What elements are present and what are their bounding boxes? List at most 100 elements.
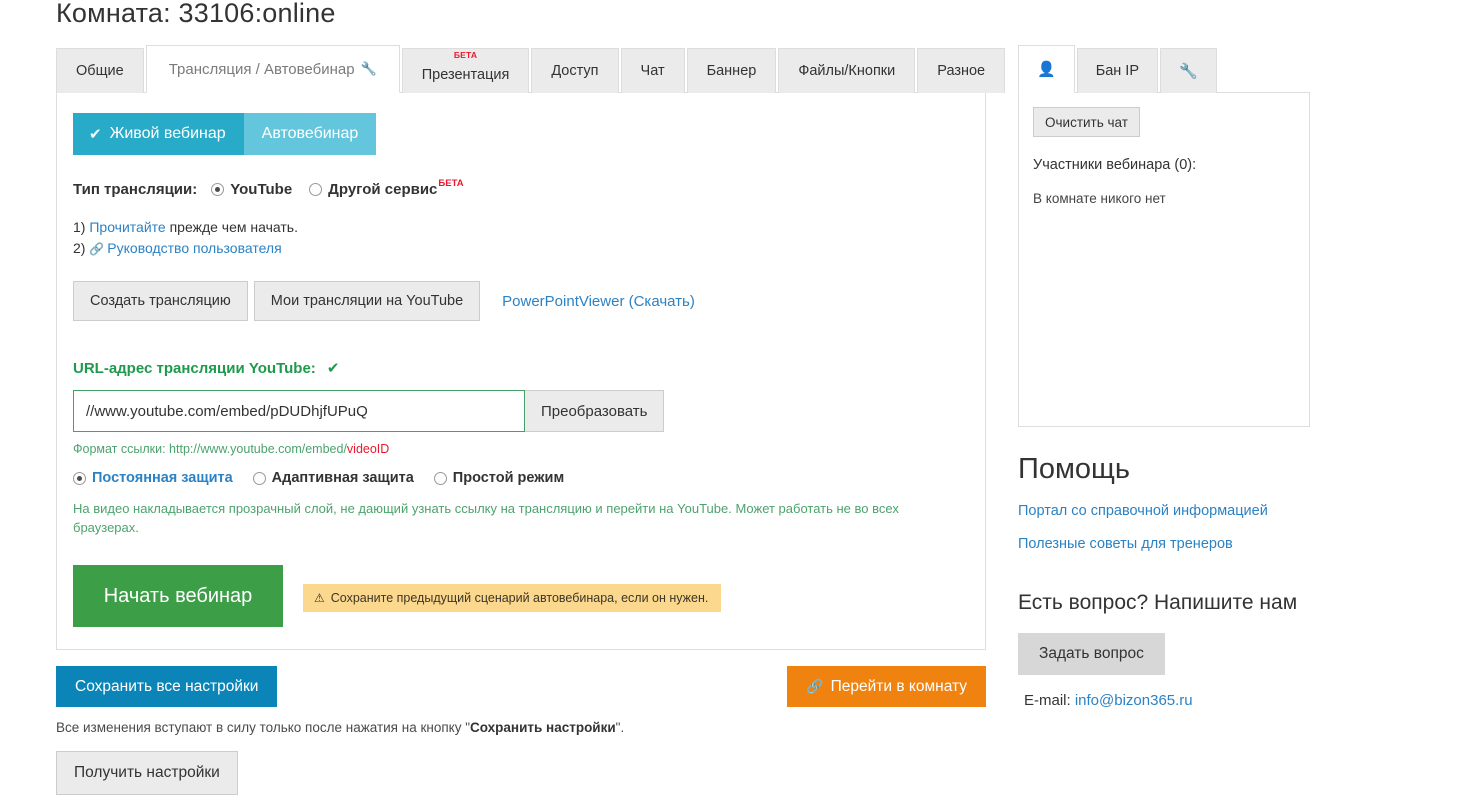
radio-youtube[interactable]: YouTube [211, 181, 292, 198]
my-youtube-streams-button[interactable]: Мои трансляции на YouTube [253, 281, 481, 321]
radio-adaptive-protection[interactable]: Адаптивная защита [252, 470, 414, 486]
url-input-row: Преобразовать [73, 390, 965, 432]
participants-title: Участники вебинара (0): [1033, 157, 1197, 173]
radio-label: Простой режим [452, 470, 565, 486]
help-heading: Помощь [1018, 453, 1131, 485]
broadcast-panel: ✔ Живой вебинар Автовебинар Тип трансляц… [56, 92, 986, 650]
tab-label: Общие [76, 63, 124, 79]
radio-label: Другой сервис [328, 181, 438, 198]
step-1-rest: прежде чем начать. [165, 219, 298, 235]
start-webinar-button[interactable]: Начать вебинар [73, 565, 283, 627]
email-label: E-mail: [1024, 692, 1071, 709]
radio-label: Адаптивная защита [271, 470, 414, 486]
sidebar-tab-label: Бан IP [1095, 63, 1140, 79]
external-link-icon: 🔗 [89, 242, 105, 256]
radio-indicator[interactable] [433, 471, 447, 485]
ask-question-heading: Есть вопрос? Напишите нам [1018, 591, 1298, 614]
radio-permanent-protection[interactable]: Постоянная защита [73, 470, 233, 486]
stream-url-input[interactable] [73, 390, 525, 432]
url-format-hint: Формат ссылки: http://www.youtube.com/em… [73, 442, 965, 456]
radio-label: YouTube [230, 181, 293, 198]
save-note-suffix: ". [615, 720, 625, 735]
read-first-link[interactable]: Прочитайте [89, 219, 165, 235]
check-icon: ✔ [89, 126, 102, 143]
page-title: Комната: 33106:online [56, 0, 336, 28]
warning-triangle-icon: ⚠ [314, 591, 325, 605]
step-1-number: 1) [73, 219, 86, 235]
tab-translyaciya-avtovebinar[interactable]: Трансляция / Автовебинар 🔧 [145, 45, 400, 93]
footer-actions: Сохранить все настройки 🔗 Перейти в комн… [56, 666, 986, 806]
main-tab-bar: Общие Трансляция / Автовебинар 🔧 БЕТА Пр… [56, 45, 1006, 93]
support-email-link[interactable]: info@bizon365.ru [1075, 692, 1193, 709]
tab-chat[interactable]: Чат [620, 48, 685, 93]
sidebar-tab-bar: 👤 Бан IP 🔧 [1018, 45, 1310, 93]
protection-mode-row: Постоянная защита Адаптивная защита Прос… [73, 470, 965, 486]
save-all-settings-button[interactable]: Сохранить все настройки [56, 666, 278, 707]
tab-label: Трансляция / Автовебинар [168, 60, 355, 78]
help-link-tips[interactable]: Полезные советы для тренеров [1018, 536, 1310, 552]
start-webinar-row: Начать вебинар ⚠ Сохраните предыдущий сц… [73, 565, 965, 627]
tab-raznoe[interactable]: Разное [917, 48, 1006, 93]
radio-other-service[interactable]: Другой сервис БЕТА [309, 178, 464, 198]
step-2: 2) 🔗 Руководство пользователя [73, 238, 965, 260]
user-guide-link[interactable]: Руководство пользователя [107, 240, 281, 256]
get-settings-button[interactable]: Получить настройки [56, 751, 238, 795]
help-link-portal[interactable]: Портал со справочной информацией [1018, 503, 1310, 519]
mode-live-webinar-button[interactable]: ✔ Живой вебинар [73, 113, 244, 155]
tab-label: Чат [640, 63, 665, 79]
broadcast-type-label: Тип трансляции: [73, 181, 198, 198]
protection-description: На видео накладывается прозрачный слой, … [73, 501, 899, 535]
save-note-prefix: Все изменения вступают в силу только пос… [56, 720, 470, 735]
autowebinar-warning: ⚠ Сохраните предыдущий сценарий автовеби… [303, 584, 722, 612]
mode-toggle-group: ✔ Живой вебинар Автовебинар [73, 113, 965, 155]
tab-label: Доступ [551, 63, 599, 79]
sidebar-tab-ban-ip[interactable]: Бан IP [1076, 48, 1159, 93]
url-heading: URL-адрес трансляции YouTube: ✔ [73, 359, 965, 378]
mode-live-label: Живой вебинар [109, 125, 226, 142]
clear-chat-button[interactable]: Очистить чат [1033, 107, 1140, 137]
radio-indicator[interactable] [309, 183, 323, 196]
url-format-prefix: Формат ссылки: http://www.youtube.com/em… [73, 442, 347, 456]
instruction-steps: 1) Прочитайте прежде чем начать. 2) 🔗 Рук… [73, 217, 965, 260]
tab-prezentaciya[interactable]: БЕТА Презентация [401, 48, 530, 93]
step-1: 1) Прочитайте прежде чем начать. [73, 217, 965, 238]
sidebar-column: 👤 Бан IP 🔧 Очистить чат Участники вебина… [1018, 45, 1310, 709]
tab-dostup[interactable]: Доступ [531, 48, 619, 93]
tab-banner[interactable]: Баннер [686, 48, 777, 93]
ask-question-button[interactable]: Задать вопрос [1018, 633, 1165, 675]
page-root: Комната: 33106:online Общие Трансляция /… [0, 0, 1468, 806]
tab-label: Файлы/Кнопки [798, 63, 896, 79]
stream-actions-row: Создать трансляцию Мои трансляции на You… [73, 281, 965, 321]
radio-indicator[interactable] [252, 471, 266, 485]
tab-obshchie[interactable]: Общие [56, 48, 144, 93]
beta-badge: БЕТА [453, 50, 478, 60]
footer-top-row: Сохранить все настройки 🔗 Перейти в комн… [56, 666, 986, 707]
wrench-icon: 🔧 [1179, 63, 1198, 80]
radio-label: Постоянная защита [92, 470, 233, 486]
radio-indicator[interactable] [211, 183, 225, 196]
mode-autowebinar-button[interactable]: Автовебинар [243, 113, 377, 155]
mode-auto-label: Автовебинар [261, 125, 359, 142]
main-column: Общие Трансляция / Автовебинар 🔧 БЕТА Пр… [56, 45, 1006, 806]
powerpoint-viewer-link[interactable]: PowerPointViewer (Скачать) [502, 293, 695, 310]
radio-indicator[interactable] [73, 471, 86, 485]
sidebar-tab-settings[interactable]: 🔧 [1160, 48, 1217, 93]
support-email-line: E-mail: info@bizon365.ru [1018, 692, 1310, 709]
save-note-bold: Сохранить настройки [470, 720, 616, 735]
radio-simple-mode[interactable]: Простой режим [433, 470, 565, 486]
tab-label: Баннер [706, 63, 757, 79]
external-link-icon: 🔗 [806, 678, 824, 694]
tab-fayly-knopki[interactable]: Файлы/Кнопки [778, 48, 916, 93]
wrench-icon: 🔧 [360, 61, 377, 76]
beta-badge: БЕТА [438, 178, 464, 189]
url-format-videoid: videoID [346, 442, 390, 456]
sidebar-tab-participants[interactable]: 👤 [1018, 45, 1075, 93]
participants-empty-text: В комнате никого нет [1033, 191, 1166, 206]
warning-text: Сохраните предыдущий сценарий автовебина… [330, 591, 709, 605]
go-to-room-button[interactable]: 🔗 Перейти в комнату [787, 666, 986, 707]
go-to-room-label: Перейти в комнату [830, 677, 967, 695]
broadcast-type-row: Тип трансляции: YouTube Другой сервис БЕ… [73, 178, 965, 198]
create-stream-button[interactable]: Создать трансляцию [73, 281, 248, 321]
convert-url-button[interactable]: Преобразовать [525, 390, 665, 432]
tab-label: Разное [937, 63, 986, 79]
